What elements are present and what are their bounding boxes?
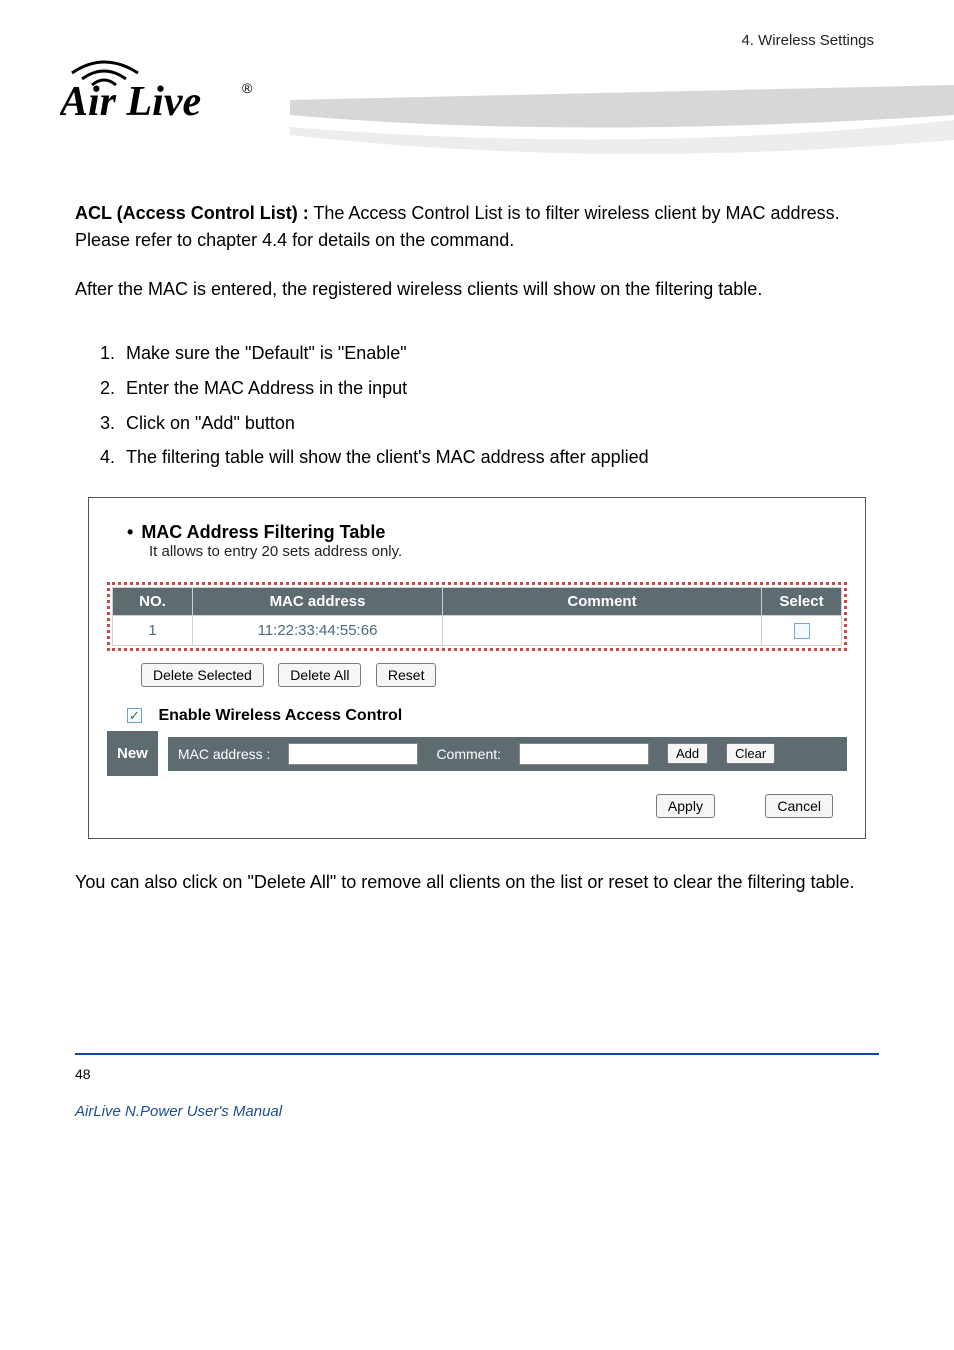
row-select-checkbox[interactable] — [794, 623, 810, 639]
apply-button[interactable]: Apply — [656, 794, 715, 818]
footer-rule — [75, 1053, 879, 1055]
chapter-label: 4. Wireless Settings — [741, 32, 874, 49]
col-comment: Comment — [443, 588, 762, 616]
intro-block: ACL (Access Control List) : The Access C… — [0, 200, 954, 303]
table-highlight: NO. MAC address Comment Select 1 11:22:3… — [107, 582, 847, 651]
acl-label: ACL (Access Control List) : — [75, 203, 309, 223]
table-buttons: Delete Selected Delete All Reset — [141, 663, 847, 687]
col-mac: MAC address — [193, 588, 443, 616]
comment-field-label: Comment: — [436, 746, 501, 762]
col-select: Select — [762, 588, 842, 616]
header-swoosh — [290, 85, 954, 155]
manual-name: AirLive N.Power User's Manual — [75, 1102, 282, 1122]
mac-filter-panel: •MAC Address Filtering Table It allows t… — [88, 497, 866, 839]
new-tag: New — [107, 731, 158, 776]
svg-text:®: ® — [242, 80, 253, 96]
step-4: The filtering table will show the client… — [126, 447, 649, 467]
panel-title: •MAC Address Filtering Table — [127, 522, 847, 543]
cell-no: 1 — [113, 616, 193, 646]
cell-mac: 11:22:33:44:55:66 — [193, 616, 443, 646]
panel-footer-buttons: Apply Cancel — [107, 776, 847, 818]
enable-row: ✓ Enable Wireless Access Control — [127, 707, 847, 725]
enable-checkbox[interactable]: ✓ — [127, 708, 142, 723]
brand-logo: Air Live ® — [60, 55, 270, 125]
page-number: 48 — [75, 1066, 91, 1082]
mac-input[interactable] — [288, 743, 418, 765]
page-header: Air Live ® 4. Wireless Settings — [0, 0, 954, 160]
table-row: 1 11:22:33:44:55:66 — [113, 616, 842, 646]
delete-selected-button[interactable]: Delete Selected — [141, 663, 264, 687]
new-entry-row: New MAC address : Comment: Add Clear — [107, 731, 847, 776]
delete-all-button[interactable]: Delete All — [278, 663, 361, 687]
cell-select — [762, 616, 842, 646]
reset-button[interactable]: Reset — [376, 663, 437, 687]
panel-subtitle: It allows to entry 20 sets address only. — [149, 543, 847, 560]
svg-text:Air Live: Air Live — [60, 79, 201, 125]
cancel-button[interactable]: Cancel — [765, 794, 833, 818]
clear-button[interactable]: Clear — [726, 743, 775, 764]
enable-label: Enable Wireless Access Control — [158, 707, 402, 724]
steps-list: 1.Make sure the "Default" is "Enable" 2.… — [0, 339, 954, 472]
step-3: Click on "Add" button — [126, 413, 295, 433]
comment-input[interactable] — [519, 743, 649, 765]
col-no: NO. — [113, 588, 193, 616]
cell-comment — [443, 616, 762, 646]
step-2: Enter the MAC Address in the input — [126, 378, 407, 398]
step-1: Make sure the "Default" is "Enable" — [126, 343, 407, 363]
add-button[interactable]: Add — [667, 743, 708, 764]
mac-field-label: MAC address : — [178, 746, 271, 762]
intro-p2: After the MAC is entered, the registered… — [75, 276, 879, 303]
after-text: You can also click on "Delete All" to re… — [0, 839, 954, 896]
mac-filter-table: NO. MAC address Comment Select 1 11:22:3… — [112, 587, 842, 646]
